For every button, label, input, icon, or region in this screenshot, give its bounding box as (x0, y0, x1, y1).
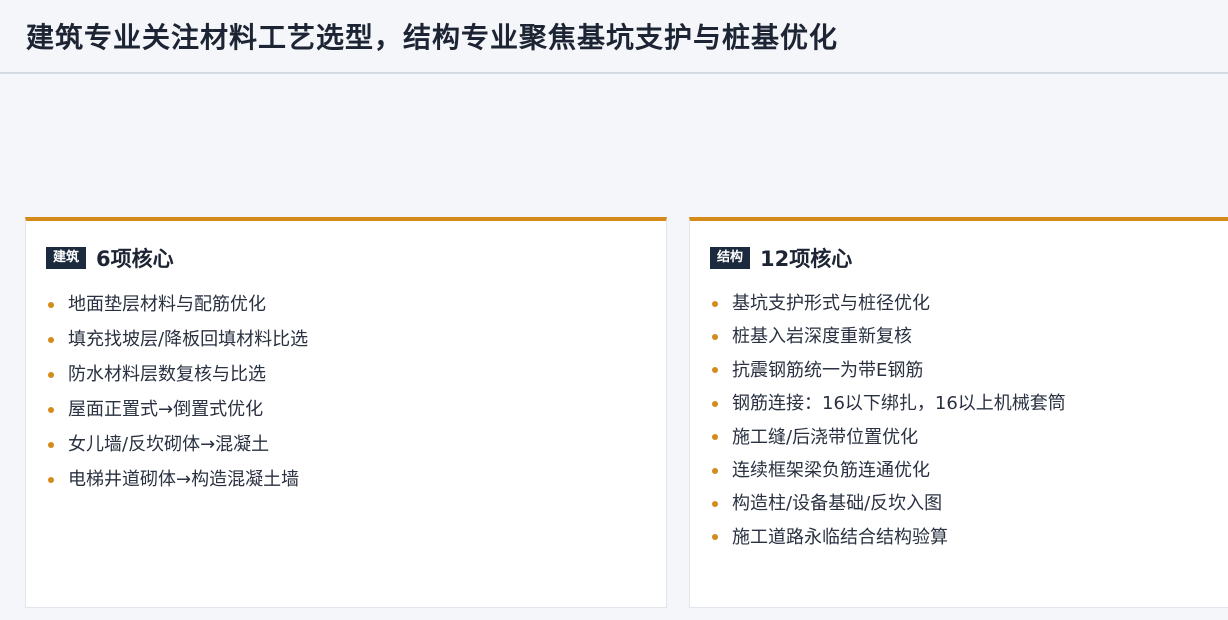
card-header: 结构 12项核心 (710, 243, 852, 273)
item-text: 屋面正置式→倒置式优化 (68, 399, 264, 420)
bullet-icon (48, 476, 54, 483)
bullet-icon (712, 300, 718, 307)
list-item: 连续框架梁负筋连通优化 (710, 454, 1066, 487)
bullet-icon (712, 534, 718, 541)
category-tag: 建筑 (46, 247, 87, 269)
item-text: 女儿墙/反坎砌体→混凝土 (68, 434, 270, 455)
item-text: 施工缝/后浇带位置优化 (732, 426, 919, 448)
bullet-icon (48, 301, 54, 308)
list-item: 地面垫层材料与配筋优化 (46, 287, 308, 322)
item-list: 基坑支护形式与桩径优化 桩基入岩深度重新复核 抗震钢筋统一为带E钢筋 钢筋连接：… (710, 287, 1066, 554)
bullet-icon (712, 434, 718, 441)
item-text: 钢筋连接：16以下绑扎，16以上机械套筒 (732, 393, 1066, 415)
list-item: 防水材料层数复核与比选 (46, 357, 308, 392)
card-title: 12项核心 (760, 247, 853, 271)
list-item: 抗震钢筋统一为带E钢筋 (710, 354, 1066, 387)
item-text: 填充找坡层/降板回填材料比选 (68, 329, 309, 350)
bullet-icon (712, 334, 718, 341)
item-text: 构造柱/设备基础/反坎入图 (732, 493, 943, 515)
bullet-icon (48, 441, 54, 448)
item-text: 连续框架梁负筋连通优化 (732, 459, 930, 481)
card-title: 6项核心 (96, 247, 174, 271)
list-item: 女儿墙/反坎砌体→混凝土 (46, 427, 308, 462)
page-header: 建筑专业关注材料工艺选型，结构专业聚焦基坑支护与桩基优化 (0, 0, 1228, 74)
item-list: 地面垫层材料与配筋优化 填充找坡层/降板回填材料比选 防水材料层数复核与比选 屋… (46, 287, 308, 497)
list-item: 钢筋连接：16以下绑扎，16以上机械套筒 (710, 387, 1066, 420)
bullet-icon (712, 467, 718, 474)
item-text: 基坑支护形式与桩径优化 (732, 293, 930, 314)
list-item: 施工缝/后浇带位置优化 (710, 421, 1066, 454)
item-text: 电梯井道砌体→构造混凝土墙 (68, 469, 300, 490)
bullet-icon (712, 367, 718, 374)
list-item: 屋面正置式→倒置式优化 (46, 392, 308, 427)
list-item: 电梯井道砌体→构造混凝土墙 (46, 462, 308, 497)
item-text: 防水材料层数复核与比选 (68, 364, 266, 385)
card-header: 建筑 6项核心 (46, 243, 174, 273)
bullet-icon (712, 501, 718, 508)
category-tag: 结构 (710, 247, 751, 269)
architecture-card: 建筑 6项核心 地面垫层材料与配筋优化 填充找坡层/降板回填材料比选 防水材料层… (25, 217, 667, 608)
list-item: 桩基入岩深度重新复核 (710, 320, 1066, 353)
item-text: 桩基入岩深度重新复核 (732, 326, 912, 348)
list-item: 构造柱/设备基础/反坎入图 (710, 487, 1066, 520)
list-item: 基坑支护形式与桩径优化 (710, 287, 1066, 320)
list-item: 施工道路永临结合结构验算 (710, 521, 1066, 554)
item-text: 抗震钢筋统一为带E钢筋 (732, 359, 924, 381)
bullet-icon (48, 371, 54, 378)
bullet-icon (712, 400, 718, 407)
bullet-icon (48, 406, 54, 413)
item-text: 地面垫层材料与配筋优化 (68, 294, 266, 315)
bullet-icon (48, 336, 54, 343)
page-title: 建筑专业关注材料工艺选型，结构专业聚焦基坑支护与桩基优化 (26, 21, 839, 54)
structure-card: 结构 12项核心 基坑支护形式与桩径优化 桩基入岩深度重新复核 抗震钢筋统一为带… (689, 217, 1228, 608)
item-text: 施工道路永临结合结构验算 (732, 526, 948, 548)
list-item: 填充找坡层/降板回填材料比选 (46, 322, 308, 357)
